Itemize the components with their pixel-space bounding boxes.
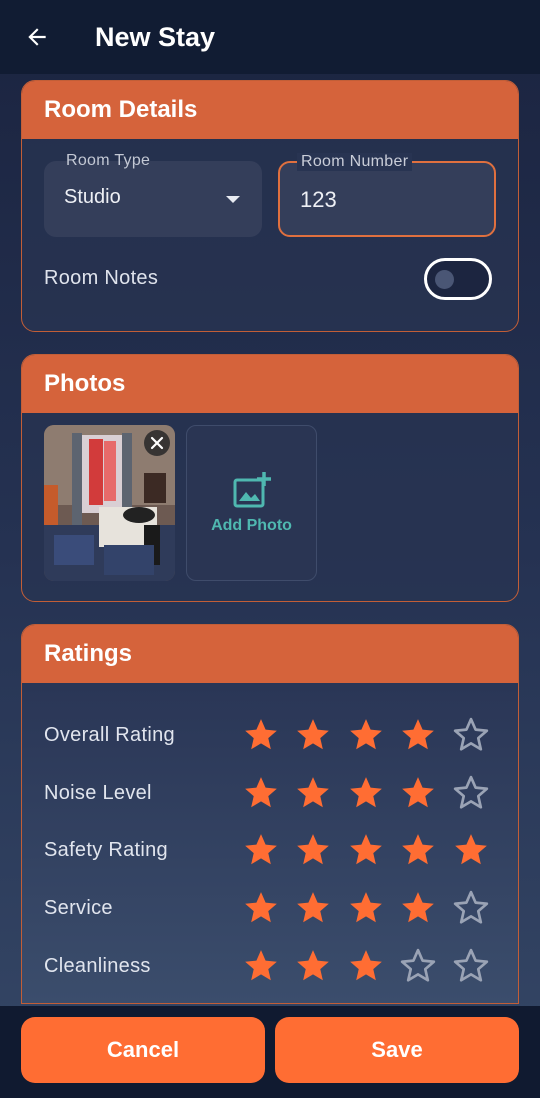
room-notes-label: Room Notes bbox=[44, 267, 159, 289]
rating-stars bbox=[242, 888, 505, 928]
cancel-button[interactable]: Cancel bbox=[21, 1017, 265, 1083]
back-button[interactable] bbox=[0, 0, 74, 74]
bottom-action-bar: Cancel Save bbox=[0, 1006, 540, 1098]
ratings-header: Ratings bbox=[22, 625, 518, 683]
star-filled-icon[interactable] bbox=[242, 773, 295, 813]
room-type-dropdown[interactable]: Room Type Studio bbox=[44, 152, 262, 237]
room-number-input[interactable]: Room Number 123 bbox=[278, 153, 496, 237]
rating-label: Service bbox=[44, 896, 113, 919]
ratings-list: Overall Rating Noise Level Safety Rating Se… bbox=[22, 683, 518, 1003]
room-type-label: Room Type bbox=[66, 152, 151, 169]
dropdown-arrow-icon bbox=[226, 196, 240, 203]
rating-stars bbox=[242, 946, 505, 986]
room-type-value: Studio bbox=[64, 186, 121, 208]
star-filled-icon[interactable] bbox=[399, 830, 452, 870]
rating-row: Noise Level bbox=[44, 773, 504, 813]
rating-row: Safety Rating bbox=[44, 830, 504, 870]
star-filled-icon[interactable] bbox=[294, 773, 347, 813]
star-filled-icon[interactable] bbox=[242, 830, 295, 870]
star-empty-icon[interactable] bbox=[452, 715, 505, 755]
star-empty-icon[interactable] bbox=[452, 946, 505, 986]
photos-header: Photos bbox=[22, 355, 518, 413]
remove-photo-button[interactable] bbox=[144, 430, 170, 456]
room-details-header: Room Details bbox=[22, 81, 518, 139]
add-photo-label: Add Photo bbox=[211, 517, 292, 534]
arrow-left-icon bbox=[28, 28, 46, 46]
rating-label: Noise Level bbox=[44, 781, 152, 804]
toggle-knob bbox=[435, 270, 454, 289]
star-filled-icon[interactable] bbox=[294, 715, 347, 755]
star-filled-icon[interactable] bbox=[347, 888, 400, 928]
rating-label: Safety Rating bbox=[44, 838, 168, 861]
star-filled-icon[interactable] bbox=[347, 830, 400, 870]
rating-stars bbox=[242, 773, 505, 813]
room-details-card: Room Details Room Type Studio Room Numbe… bbox=[21, 80, 519, 332]
ratings-card: Ratings Overall Rating Noise Level Safety … bbox=[21, 624, 519, 1004]
page-title: New Stay bbox=[95, 21, 216, 52]
star-empty-icon[interactable] bbox=[399, 946, 452, 986]
room-number-value[interactable]: 123 bbox=[300, 187, 337, 213]
save-button[interactable]: Save bbox=[275, 1017, 519, 1083]
star-filled-icon[interactable] bbox=[347, 773, 400, 813]
rating-label: Overall Rating bbox=[44, 723, 175, 746]
close-icon bbox=[150, 436, 164, 450]
star-filled-icon[interactable] bbox=[399, 888, 452, 928]
star-filled-icon[interactable] bbox=[399, 715, 452, 755]
star-filled-icon[interactable] bbox=[399, 773, 452, 813]
star-filled-icon[interactable] bbox=[242, 946, 295, 986]
photos-card: Photos Add Photo bbox=[21, 354, 519, 602]
add-photo-icon bbox=[233, 472, 271, 508]
rating-label: Cleanliness bbox=[44, 954, 151, 977]
app-bar: New Stay bbox=[0, 0, 540, 74]
rating-row: Service bbox=[44, 888, 504, 928]
star-filled-icon[interactable] bbox=[452, 830, 505, 870]
star-empty-icon[interactable] bbox=[452, 888, 505, 928]
star-filled-icon[interactable] bbox=[294, 888, 347, 928]
room-number-label: Room Number bbox=[297, 153, 413, 171]
rating-stars bbox=[242, 830, 505, 870]
star-filled-icon[interactable] bbox=[347, 715, 400, 755]
rating-row: Cleanliness bbox=[44, 946, 504, 986]
add-photo-button[interactable]: Add Photo bbox=[186, 425, 317, 581]
room-notes-toggle[interactable] bbox=[424, 258, 492, 300]
star-filled-icon[interactable] bbox=[294, 946, 347, 986]
star-empty-icon[interactable] bbox=[452, 773, 505, 813]
star-filled-icon[interactable] bbox=[242, 888, 295, 928]
star-filled-icon[interactable] bbox=[294, 830, 347, 870]
rating-stars bbox=[242, 715, 505, 755]
star-filled-icon[interactable] bbox=[347, 946, 400, 986]
rating-row: Overall Rating bbox=[44, 715, 504, 755]
star-filled-icon[interactable] bbox=[242, 715, 295, 755]
form-content: Room Details Room Type Studio Room Numbe… bbox=[21, 80, 519, 1026]
